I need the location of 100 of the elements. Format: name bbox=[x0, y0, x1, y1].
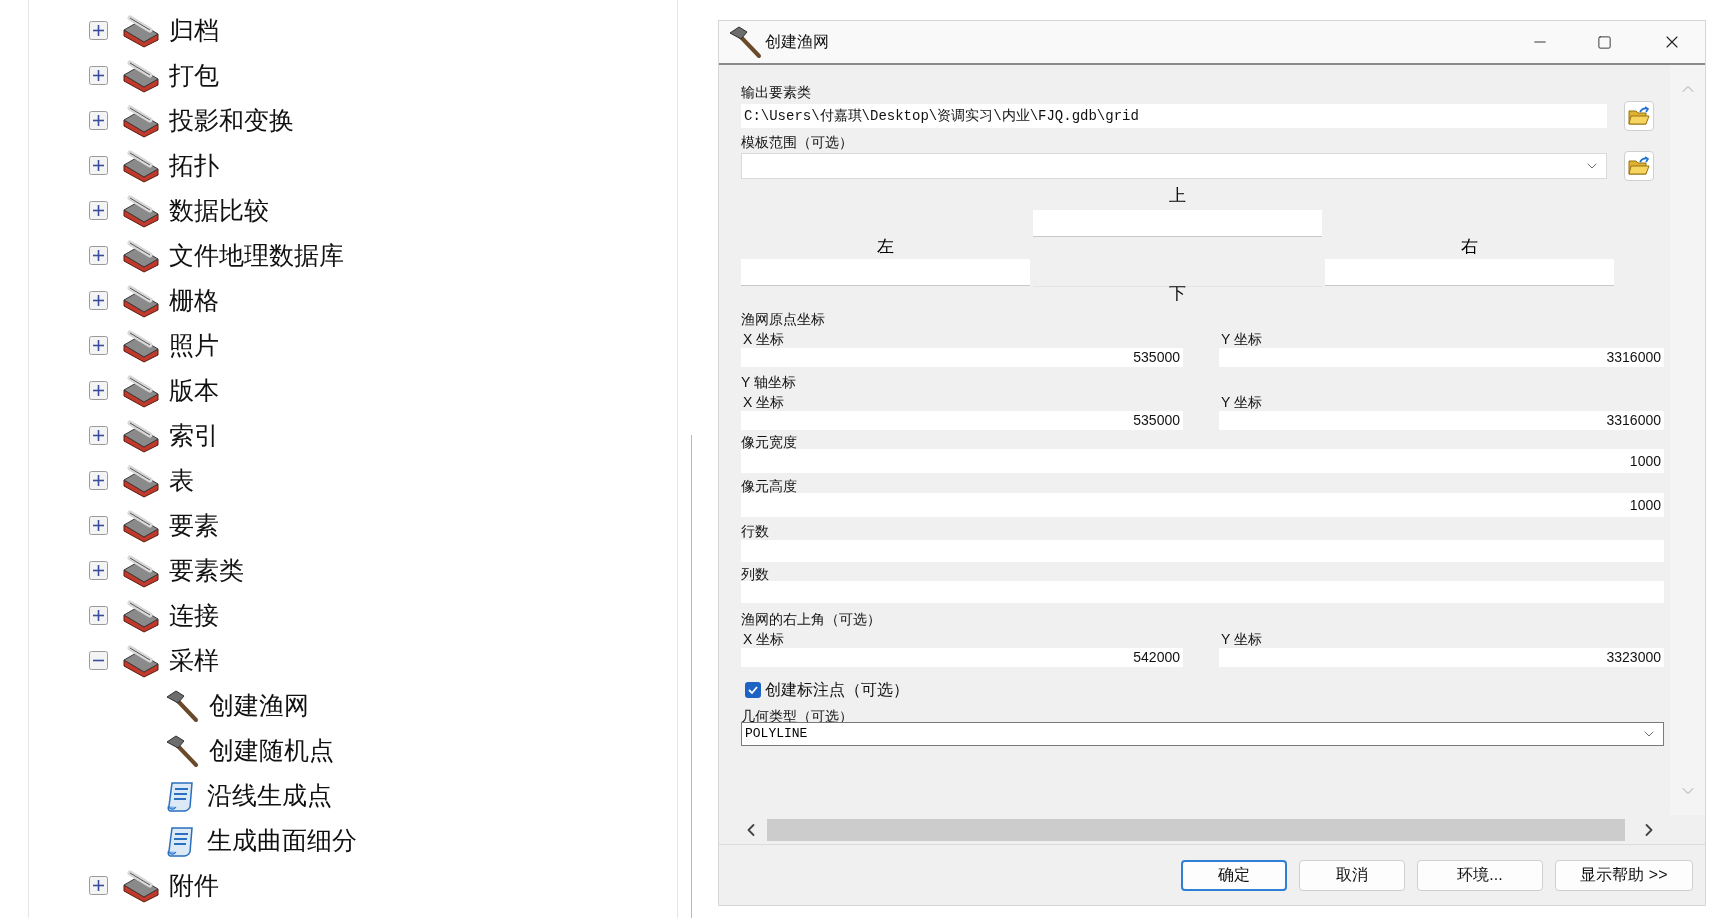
text-field[interactable]: 3316000 bbox=[1219, 348, 1664, 367]
dialog-button[interactable]: 环境... bbox=[1417, 859, 1543, 891]
collapse-icon[interactable] bbox=[89, 651, 108, 670]
toolbox-icon bbox=[122, 238, 160, 273]
expand-icon[interactable] bbox=[89, 336, 108, 355]
toolbox-icon bbox=[122, 868, 160, 903]
dialog-button[interactable]: 确定 bbox=[1181, 859, 1287, 891]
field-label: 行数 bbox=[741, 524, 769, 538]
dropdown-field[interactable]: POLYLINE bbox=[741, 722, 1664, 746]
tree-item-label[interactable]: 文件地理数据库 bbox=[169, 236, 344, 275]
toolbox-icon bbox=[122, 58, 160, 93]
field-label: Y 坐标 bbox=[1221, 632, 1262, 646]
text-field[interactable]: 535000 bbox=[741, 348, 1183, 367]
field-label: 渔网原点坐标 bbox=[741, 312, 825, 326]
field-label: X 坐标 bbox=[743, 632, 785, 646]
tree-item-label[interactable]: 创建渔网 bbox=[209, 686, 309, 725]
field-label: X 坐标 bbox=[743, 332, 785, 346]
left-label: 左 bbox=[877, 235, 894, 258]
hammer-icon bbox=[727, 25, 763, 59]
expand-icon[interactable] bbox=[89, 111, 108, 130]
tree-item-label[interactable]: 版本 bbox=[169, 371, 219, 410]
folder-icon bbox=[1628, 156, 1650, 176]
expand-icon[interactable] bbox=[89, 66, 108, 85]
field-label: 模板范围（可选） bbox=[741, 135, 853, 149]
toolbox-icon bbox=[122, 643, 160, 678]
expand-icon[interactable] bbox=[89, 291, 108, 310]
tree-item-label[interactable]: 投影和变换 bbox=[169, 101, 294, 140]
toolbox-icon bbox=[122, 193, 160, 228]
expand-icon[interactable] bbox=[89, 201, 108, 220]
expand-icon[interactable] bbox=[89, 606, 108, 625]
text-field[interactable]: 3323000 bbox=[1219, 648, 1664, 667]
horizontal-scrollbar[interactable] bbox=[767, 818, 1625, 841]
checkbox-label: 创建标注点（可选） bbox=[765, 680, 909, 700]
expand-icon[interactable] bbox=[89, 471, 108, 490]
tree-item-label[interactable]: 栅格 bbox=[169, 281, 219, 320]
window-title: 创建渔网 bbox=[765, 32, 829, 52]
folder-icon bbox=[1628, 106, 1650, 126]
toolbox-icon bbox=[122, 418, 160, 453]
dropdown-field[interactable] bbox=[741, 153, 1607, 179]
field-label: 列数 bbox=[741, 567, 769, 581]
toolbox-icon bbox=[122, 373, 160, 408]
toolbox-icon bbox=[122, 463, 160, 498]
field-label: Y 坐标 bbox=[1221, 332, 1262, 346]
expand-icon[interactable] bbox=[89, 381, 108, 400]
tree-item-label[interactable]: 归档 bbox=[169, 11, 219, 50]
field-label: X 坐标 bbox=[743, 395, 785, 409]
maximize-icon[interactable] bbox=[1597, 34, 1612, 50]
text-field[interactable] bbox=[1325, 259, 1614, 286]
browse-folder-button[interactable] bbox=[1624, 151, 1654, 181]
field-label: 输出要素类 bbox=[741, 85, 811, 99]
top-label: 上 bbox=[1169, 184, 1186, 207]
tree-item-label[interactable]: 连接 bbox=[169, 596, 219, 635]
toolbox-icon bbox=[122, 283, 160, 318]
bottom-label: 下 bbox=[1169, 282, 1186, 305]
toolbox-icon bbox=[122, 328, 160, 363]
tree-item-label[interactable]: 数据比较 bbox=[169, 191, 269, 230]
toolbox-icon bbox=[122, 508, 160, 543]
text-field[interactable] bbox=[741, 259, 1030, 286]
tree-item-label[interactable]: 索引 bbox=[169, 416, 219, 455]
toolbox-icon bbox=[122, 553, 160, 588]
expand-icon[interactable] bbox=[89, 516, 108, 535]
expand-icon[interactable] bbox=[89, 876, 108, 895]
expand-icon[interactable] bbox=[89, 426, 108, 445]
tree-item-label[interactable]: 附件 bbox=[169, 866, 219, 905]
text-field[interactable]: C:\Users\付嘉琪\Desktop\资调实习\内业\FJQ.gdb\grid bbox=[741, 104, 1607, 128]
expand-icon[interactable] bbox=[89, 561, 108, 580]
hammer-icon bbox=[164, 733, 200, 768]
hammer-icon bbox=[164, 688, 200, 723]
field-label: Y 坐标 bbox=[1221, 395, 1262, 409]
field-label: Y 轴坐标 bbox=[741, 375, 796, 389]
text-field[interactable]: 3316000 bbox=[1219, 411, 1664, 430]
dialog-button[interactable]: 取消 bbox=[1299, 859, 1405, 891]
browse-folder-button[interactable] bbox=[1624, 101, 1654, 131]
text-field[interactable]: 535000 bbox=[741, 411, 1183, 430]
dialog-button[interactable]: 显示帮助 >> bbox=[1555, 859, 1693, 891]
tree-item-label[interactable]: 拓扑 bbox=[169, 146, 219, 185]
toolbox-icon bbox=[122, 13, 160, 48]
field-label: 像元高度 bbox=[741, 479, 797, 493]
toolbox-icon bbox=[122, 598, 160, 633]
tree-item-label[interactable]: 表 bbox=[169, 461, 194, 500]
tree-item-label[interactable]: 沿线生成点 bbox=[207, 776, 332, 815]
tree-item-label[interactable]: 照片 bbox=[169, 326, 219, 365]
toolbox-icon bbox=[122, 103, 160, 138]
field-label: 像元宽度 bbox=[741, 435, 797, 449]
text-field[interactable]: 1000 bbox=[741, 449, 1664, 473]
tree-item-label[interactable]: 要素类 bbox=[169, 551, 244, 590]
text-field[interactable] bbox=[1033, 210, 1322, 237]
expand-icon[interactable] bbox=[89, 21, 108, 40]
toolbox-icon bbox=[122, 148, 160, 183]
tree-item-label[interactable]: 要素 bbox=[169, 506, 219, 545]
tree-item-label[interactable]: 生成曲面细分 bbox=[207, 821, 357, 860]
expand-icon[interactable] bbox=[89, 246, 108, 265]
field-label: 渔网的右上角（可选） bbox=[741, 612, 881, 626]
expand-icon[interactable] bbox=[89, 156, 108, 175]
tree-item-label[interactable]: 创建随机点 bbox=[209, 731, 334, 770]
tree-item-label[interactable]: 采样 bbox=[169, 641, 219, 680]
tree-item-label[interactable]: 打包 bbox=[169, 56, 219, 95]
text-field[interactable]: 1000 bbox=[741, 493, 1664, 517]
text-field[interactable]: 542000 bbox=[741, 648, 1183, 667]
checkbox[interactable] bbox=[745, 682, 761, 698]
